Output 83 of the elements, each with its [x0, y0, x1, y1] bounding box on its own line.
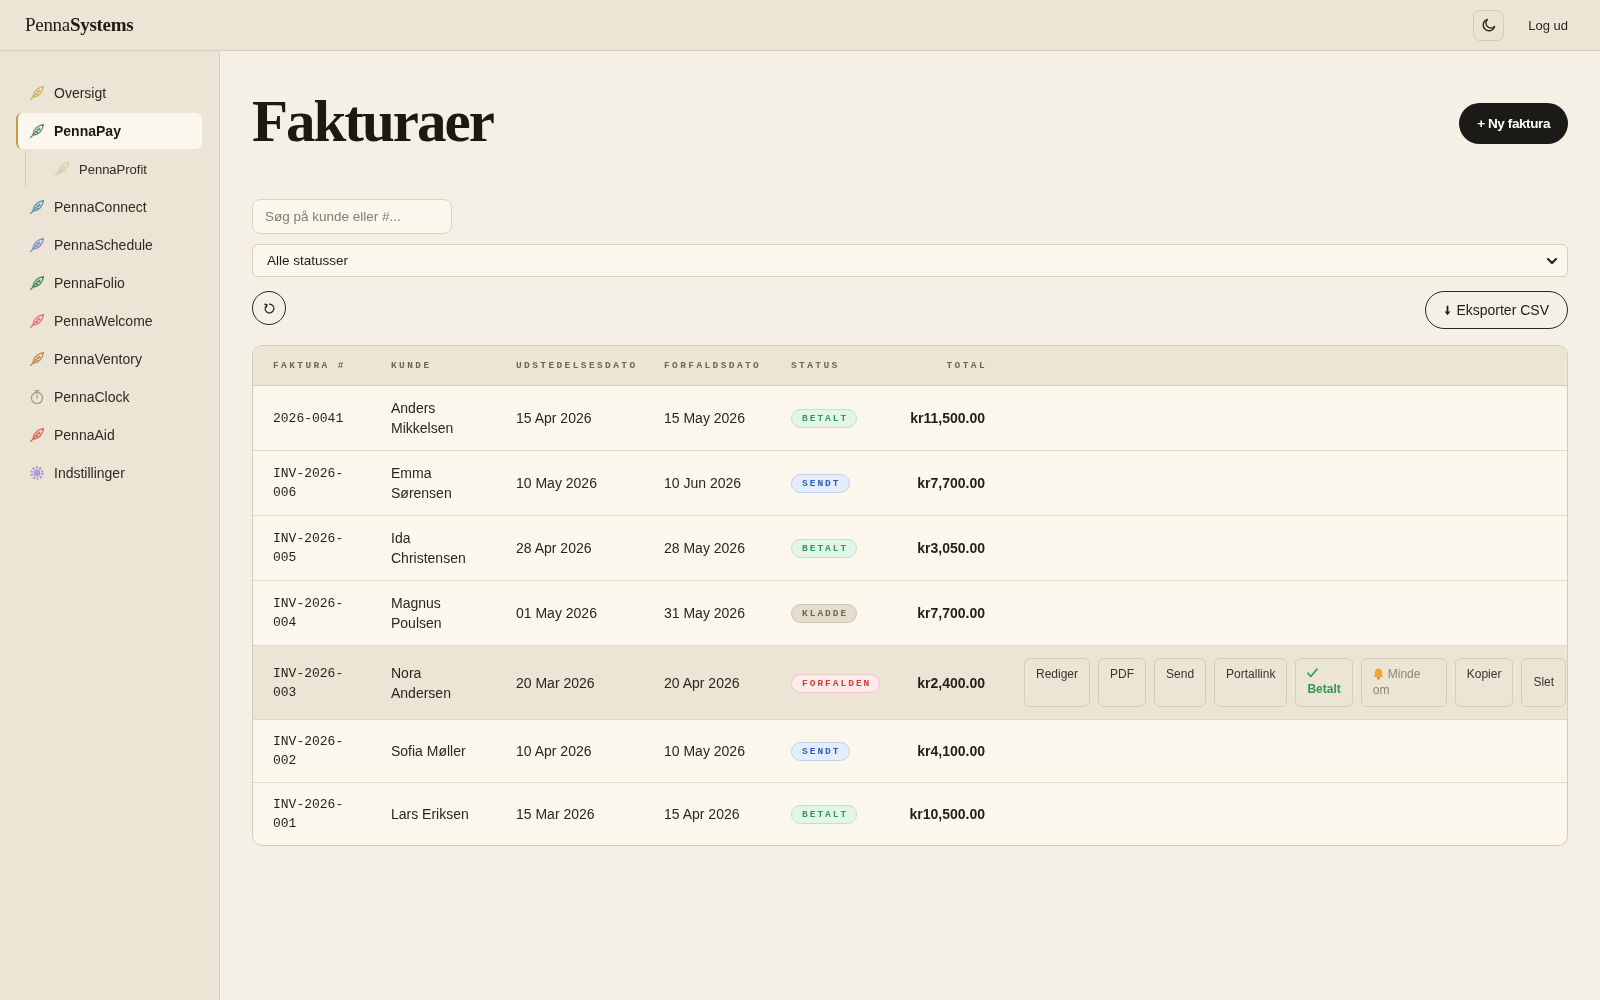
page-title: Fakturaer — [252, 87, 493, 155]
status-badge: BETALT — [791, 409, 858, 428]
issue-date: 15 Mar 2026 — [516, 806, 595, 822]
action-button[interactable]: Portallink — [1214, 658, 1288, 707]
table-row[interactable]: INV-2026-005 Ida Christensen 28 Apr 2026 28 May 2026 BETALT kr3,050.00 — [253, 515, 1567, 580]
issue-date: 10 May 2026 — [516, 475, 597, 491]
total-amount: kr3,050.00 — [917, 540, 985, 556]
customer-name: Magnus Poulsen — [391, 594, 443, 633]
bell-icon — [1372, 668, 1384, 680]
sidebar-item[interactable]: PennaPay — [16, 113, 202, 149]
column-header: STATUS — [791, 360, 841, 371]
total-amount: kr2,400.00 — [917, 674, 985, 691]
column-header: UDSTEDELSESDATO — [516, 360, 639, 371]
action-button[interactable]: Rediger — [1024, 658, 1091, 707]
total-amount: kr4,100.00 — [917, 743, 985, 759]
status-badge: FORFALDEN — [791, 673, 881, 693]
table-row[interactable]: INV-2026-001 Lars Eriksen 15 Mar 2026 15 Apr 2026 BETALT kr10,500.00 — [253, 782, 1567, 845]
due-date: 10 May 2026 — [664, 743, 745, 759]
sidebar-item[interactable]: PennaConnect — [16, 189, 202, 225]
total-amount: kr7,700.00 — [917, 605, 985, 621]
due-date: 31 May 2026 — [664, 605, 745, 621]
due-date: 20 Apr 2026 — [664, 674, 740, 691]
due-date: 15 May 2026 — [664, 410, 745, 426]
invoice-number: INV-2026-005 — [273, 530, 345, 567]
customer-name: Ida Christensen — [391, 529, 467, 568]
action-button[interactable]: Slet — [1521, 658, 1567, 707]
sidebar-item[interactable]: PennaVentory — [16, 341, 202, 377]
sidebar-item[interactable]: PennaProfit — [41, 151, 202, 187]
new-invoice-button[interactable]: + Ny faktura — [1459, 102, 1568, 144]
status-badge: SENDT — [791, 474, 850, 493]
logo: PennaSystems — [25, 14, 134, 36]
theme-toggle-button[interactable] — [1473, 9, 1505, 41]
invoice-number: INV-2026-001 — [273, 796, 345, 833]
status-badge: BETALT — [791, 539, 858, 558]
moon-icon — [1481, 18, 1496, 32]
column-header: FORFALDSDATO — [664, 360, 763, 371]
invoice-number: INV-2026-006 — [273, 465, 345, 502]
status-select[interactable]: Alle statusser — [252, 244, 1568, 277]
sidebar-item[interactable]: Indstillinger — [16, 455, 202, 491]
customer-name: Nora Andersen — [391, 663, 452, 703]
customer-name: Emma Sørensen — [391, 464, 453, 503]
customer-name: Sofia Møller — [391, 742, 467, 761]
invoice-number: INV-2026-002 — [273, 733, 345, 770]
check-icon — [1307, 668, 1319, 678]
due-date: 28 May 2026 — [664, 540, 745, 556]
status-badge: SENDT — [791, 742, 850, 761]
invoice-number: 2026-0041 — [273, 409, 345, 428]
customer-name: Lars Eriksen — [391, 805, 470, 824]
invoice-number: INV-2026-004 — [273, 595, 345, 632]
sidebar-item[interactable]: PennaClock — [16, 379, 202, 415]
table-row[interactable]: 2026-0041 Anders Mikkelsen 15 Apr 2026 15 May 2026 BETALT kr11,500.00 — [253, 386, 1567, 450]
column-header: KUNDE — [391, 360, 433, 371]
chevron-down-icon — [1547, 257, 1557, 264]
issue-date: 10 Apr 2026 — [516, 743, 592, 759]
search-field[interactable]: Søg på kunde eller #... — [252, 199, 452, 234]
sidebar-item[interactable]: Oversigt — [16, 75, 202, 111]
status-badge: BETALT — [791, 805, 858, 824]
column-header: TOTAL — [945, 360, 988, 371]
due-date: 15 Apr 2026 — [664, 806, 740, 822]
issue-date: 20 Mar 2026 — [516, 674, 595, 691]
sidebar-item[interactable]: PennaFolio — [16, 265, 202, 301]
due-date: 10 Jun 2026 — [664, 475, 742, 491]
logout-link[interactable]: Log ud — [1528, 17, 1568, 33]
table-row[interactable]: INV-2026-002 Sofia Møller 10 Apr 2026 10 May 2026 SENDT kr4,100.00 — [253, 719, 1567, 782]
action-button[interactable]: Send — [1154, 658, 1207, 707]
table-row[interactable]: INV-2026-006 Emma Sørensen 10 May 2026 10 Jun 2026 SENDT kr7,700.00 — [253, 450, 1567, 515]
column-header: FAKTURA # — [272, 360, 347, 371]
action-button[interactable]: PDF — [1098, 658, 1147, 707]
arrow-down-icon — [1444, 304, 1452, 316]
issue-date: 15 Apr 2026 — [516, 410, 592, 426]
total-amount: kr7,700.00 — [917, 475, 985, 491]
sidebar-item[interactable]: PennaSchedule — [16, 227, 202, 263]
sidebar-item[interactable]: PennaAid — [16, 417, 202, 453]
total-amount: kr11,500.00 — [910, 410, 985, 426]
status-badge: KLADDE — [791, 604, 858, 623]
action-button[interactable]: Kopier — [1454, 658, 1514, 707]
refresh-icon — [263, 302, 275, 314]
sidebar-item[interactable]: PennaWelcome — [16, 303, 202, 339]
issue-date: 28 Apr 2026 — [516, 540, 592, 556]
invoice-number: INV-2026-003 — [273, 664, 345, 702]
issue-date: 01 May 2026 — [516, 605, 597, 621]
total-amount: kr10,500.00 — [909, 806, 985, 822]
customer-name: Anders Mikkelsen — [391, 399, 455, 438]
